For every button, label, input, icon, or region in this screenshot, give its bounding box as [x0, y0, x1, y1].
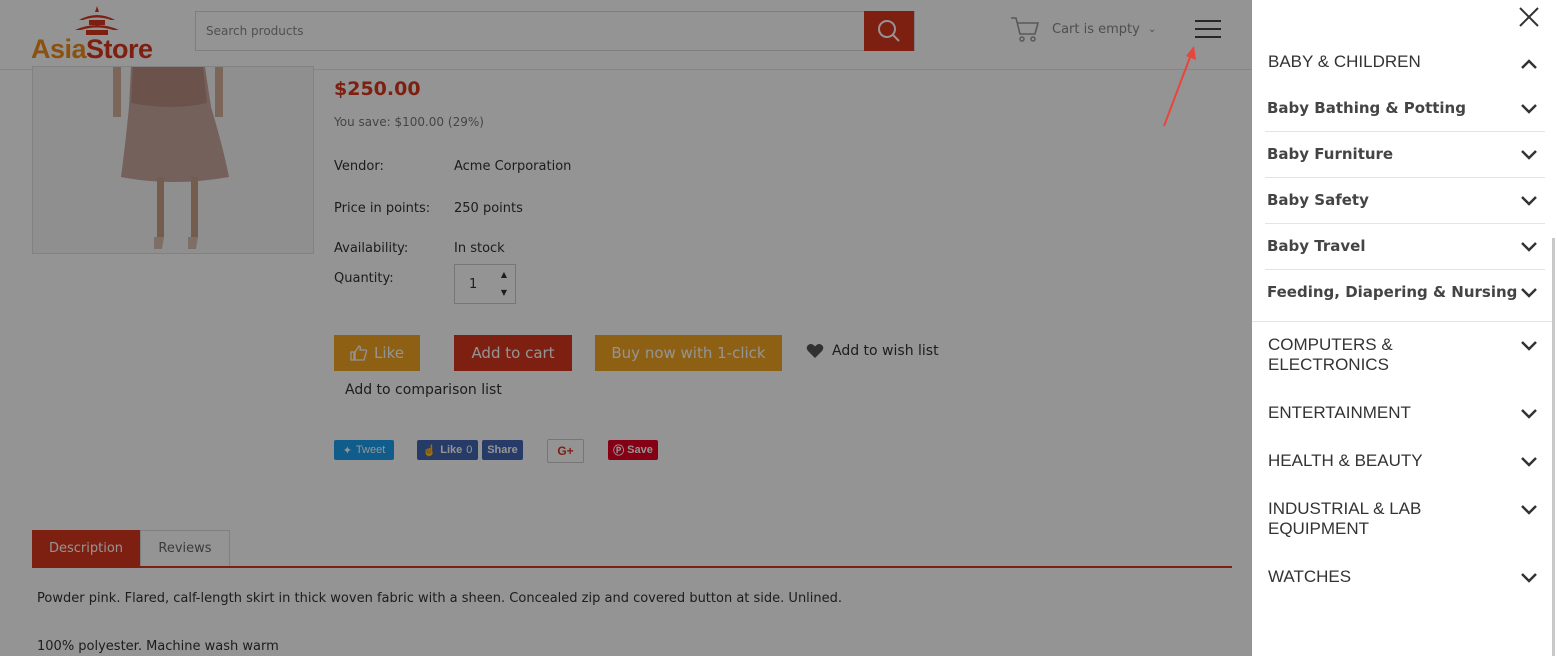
- category-entertainment[interactable]: ENTERTAINMENT: [1268, 403, 1538, 423]
- drawer-scrollbar[interactable]: [1552, 238, 1555, 656]
- chevron-down-icon[interactable]: [1520, 408, 1538, 420]
- chevron-down-icon[interactable]: [1520, 287, 1538, 299]
- chevron-down-icon[interactable]: [1520, 149, 1538, 161]
- category-industrial-lab[interactable]: INDUSTRIAL & LAB EQUIPMENT: [1268, 499, 1458, 539]
- category-health-beauty[interactable]: HEALTH & BEAUTY: [1268, 451, 1538, 471]
- chevron-down-icon[interactable]: [1520, 241, 1538, 253]
- chevron-down-icon[interactable]: [1520, 504, 1538, 516]
- chevron-down-icon[interactable]: [1520, 103, 1538, 115]
- chevron-down-icon[interactable]: [1520, 340, 1538, 352]
- annotation-arrow-icon: [1163, 46, 1196, 127]
- subcategory-baby-travel[interactable]: Baby Travel: [1267, 237, 1543, 255]
- category-watches[interactable]: WATCHES: [1268, 567, 1538, 587]
- category-baby-children[interactable]: BABY & CHILDREN: [1268, 52, 1538, 72]
- chevron-down-icon[interactable]: [1520, 572, 1538, 584]
- chevron-up-icon[interactable]: [1520, 58, 1538, 70]
- category-computers-electronics[interactable]: COMPUTERS & ELECTRONICS: [1268, 335, 1488, 375]
- close-icon[interactable]: [1518, 6, 1540, 28]
- subcategory-baby-furniture[interactable]: Baby Furniture: [1267, 145, 1543, 163]
- subcategory-feeding[interactable]: Feeding, Diapering & Nursing: [1267, 283, 1543, 301]
- chevron-down-icon[interactable]: [1520, 195, 1538, 207]
- modal-backdrop[interactable]: [0, 0, 1252, 656]
- subcategory-baby-bathing[interactable]: Baby Bathing & Potting: [1267, 99, 1543, 117]
- chevron-down-icon[interactable]: [1520, 456, 1538, 468]
- subcategory-baby-safety[interactable]: Baby Safety: [1267, 191, 1543, 209]
